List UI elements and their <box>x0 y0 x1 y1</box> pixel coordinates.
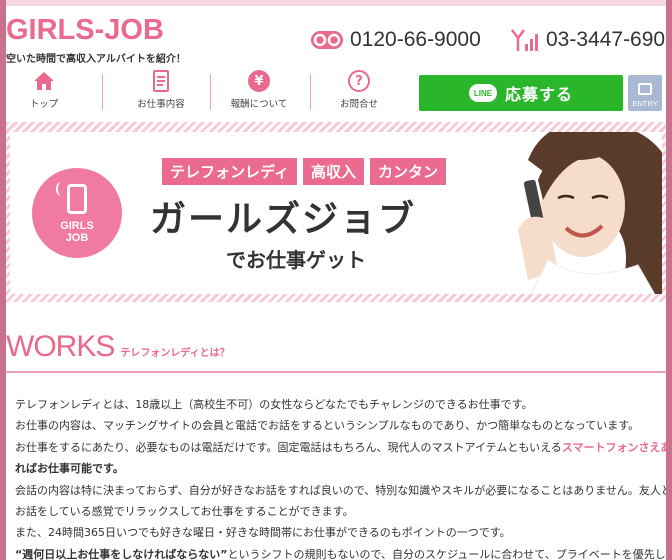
badge-line2: JOB <box>65 232 89 244</box>
hero-tags: テレフォンレディ 高収入 カンタン <box>162 158 446 185</box>
girls-job-badge: GIRLS JOB <box>32 168 122 258</box>
nav-label-work: お仕事内容 <box>137 99 185 110</box>
entry-button[interactable]: ENTRY <box>628 75 662 111</box>
badge-line1: GIRLS <box>60 220 94 232</box>
body-line: テレフォンレディとは、18歳以上（高校生不可）の女性ならどなたでもチャレンジので… <box>15 398 533 411</box>
body-line-text: というシフトの規則もないので、自分のスケジュールに合わせて、プライベートを優先し… <box>227 547 666 560</box>
nav-item-work[interactable]: お仕事内容 <box>126 70 196 114</box>
smartphone-icon <box>67 184 87 214</box>
apply-label: 応募する <box>504 85 573 104</box>
antenna-icon <box>511 29 538 51</box>
works-heading: WORKS テレフォンレディとは？ <box>6 330 230 364</box>
body-line: お仕事をするにあたり、必要なものは電話だけです。固定電話はもちろん、現代人のマス… <box>15 437 666 458</box>
free-dial-phone[interactable]: 0120-66-9000 <box>310 26 481 54</box>
tel-phone[interactable]: 03-3447-690 <box>510 26 665 54</box>
page: GIRLS-JOB 空いた時間で高収入アルバイトを紹介！ 0120-66-900… <box>6 0 666 560</box>
hero-subtitle: でお仕事ゲット <box>226 248 366 272</box>
line-icon: LINE <box>468 84 497 102</box>
body-line: “週何日以上お仕事をしなければならない”というシフトの規則もないので、自分のスケ… <box>15 544 666 560</box>
free-dial-icon <box>311 31 343 49</box>
hero-tag: テレフォンレディ <box>162 158 297 185</box>
signal-wave-icon <box>56 182 66 196</box>
site-logo[interactable]: GIRLS-JOB <box>6 14 164 46</box>
entry-label: ENTRY <box>632 99 658 108</box>
works-title: WORKS <box>6 330 115 363</box>
hero-banner: GIRLS JOB テレフォンレディ 高収入 カンタン ガールズジョブ でお仕事… <box>10 132 662 294</box>
mail-icon <box>638 83 652 95</box>
body-line: 会話の内容は特に決まっておらず、自分が好きなお話をすれば良いので、特別な知識やス… <box>15 483 666 497</box>
question-icon: ? <box>348 70 370 92</box>
home-icon <box>34 72 54 90</box>
tel-number[interactable]: 03-3447-690 <box>546 28 665 52</box>
hero-tag: カンタン <box>369 158 446 185</box>
body-line: また、24時間365日いつでも好きな曜日・好きな時間帯にお仕事ができるのもポイン… <box>15 526 511 540</box>
nav-label-pay: 報酬について <box>230 99 288 110</box>
free-dial-number[interactable]: 0120-66-9000 <box>350 28 481 52</box>
highlight-line: ればお仕事可能です。 <box>15 462 124 476</box>
yen-icon: ¥ <box>248 70 270 92</box>
nav-divider <box>210 74 211 110</box>
nav-item-top[interactable]: トップ <box>20 70 68 114</box>
works-body: テレフォンレディとは、18歳以上（高校生不可）の女性ならどなたでもチャレンジので… <box>15 394 666 560</box>
nav-label-contact: お問合せ <box>339 99 378 110</box>
top-strip <box>6 0 666 6</box>
bold-text: “週何日以上お仕事をしなければならない” <box>15 547 228 560</box>
body-line-text: お仕事をするにあたり、必要なものは電話だけです。固定電話はもちろん、現代人のマス… <box>15 440 562 454</box>
hero-tag: 高収入 <box>302 158 364 185</box>
nav-divider <box>310 74 311 110</box>
woman-on-phone-photo <box>518 132 662 294</box>
site-tagline: 空いた時間で高収入アルバイトを紹介！ <box>6 54 186 65</box>
body-line: お話をしている感覚でリラックスしてお仕事をすることができます。 <box>15 505 354 519</box>
works-subtitle: テレフォンレディとは？ <box>120 348 230 359</box>
body-line: お仕事の内容は、マッチングサイトの会員と電話でお話をするというシンプルなものであ… <box>15 419 640 433</box>
line-apply-button[interactable]: LINE 応募する <box>419 75 623 111</box>
document-icon <box>153 70 169 92</box>
highlight-text: スマートフォンさえあ <box>561 440 666 454</box>
works-divider <box>6 371 666 373</box>
hero-title: ガールズジョブ <box>150 199 417 240</box>
nav-item-contact[interactable]: ? お問合せ <box>334 70 384 114</box>
nav-label-top: トップ <box>29 99 59 110</box>
nav-item-pay[interactable]: ¥ 報酬について <box>228 70 290 114</box>
nav-divider <box>102 74 103 110</box>
